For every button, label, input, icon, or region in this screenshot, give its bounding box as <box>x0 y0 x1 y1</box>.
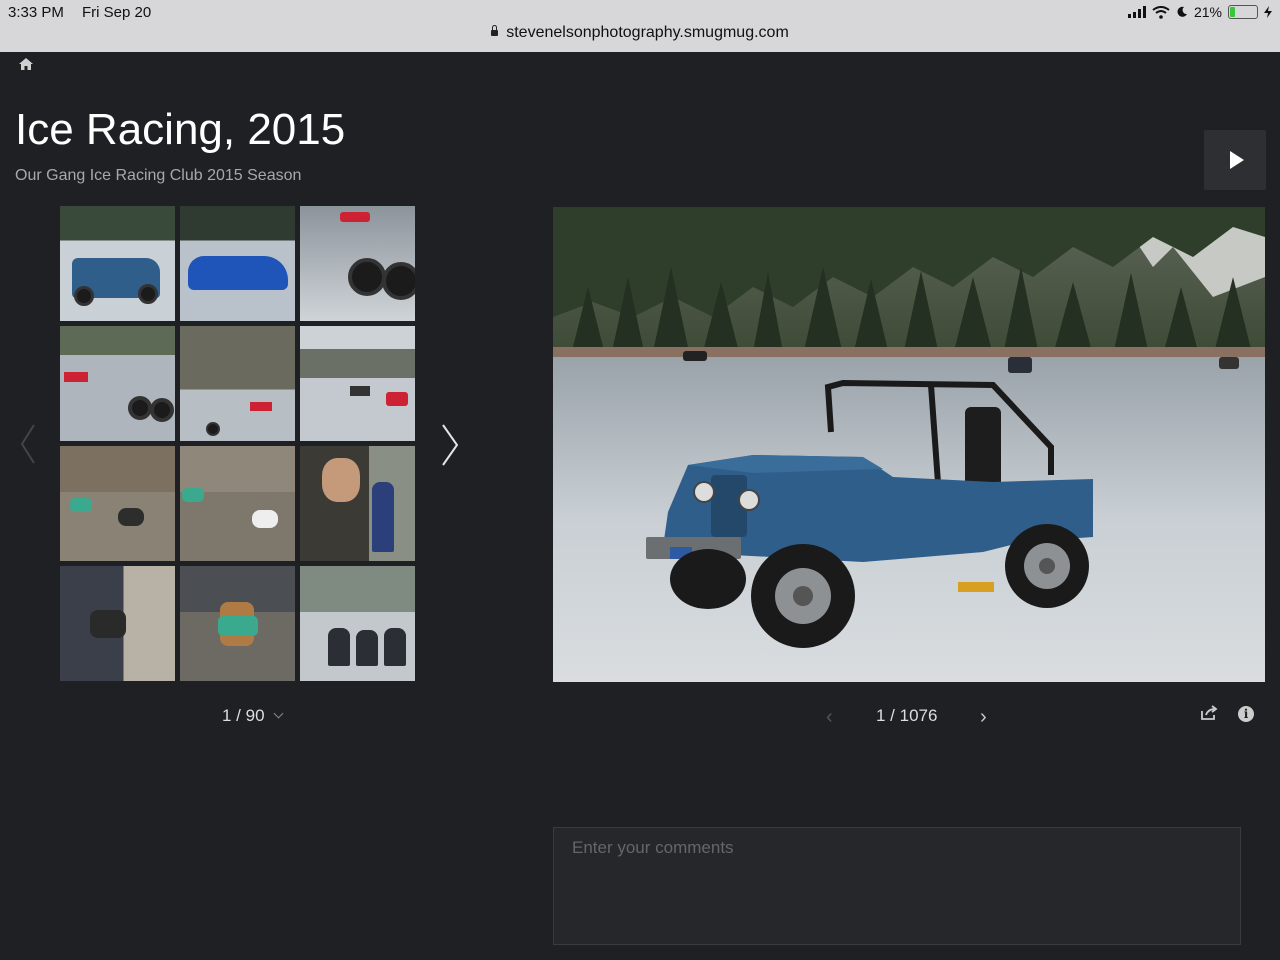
charging-icon <box>1264 6 1272 18</box>
thumbnail-grid <box>60 206 416 682</box>
address-bar[interactable]: stevenelsonphotography.smugmug.com <box>0 24 1280 42</box>
battery-percent: 21% <box>1193 4 1222 20</box>
chevron-left-icon[interactable] <box>20 423 36 465</box>
lock-icon <box>491 25 499 36</box>
main-photo[interactable] <box>553 207 1265 682</box>
thumbnail-page-select[interactable]: 1 / 90 <box>222 706 283 726</box>
thumbnail-counter: 1 / 90 <box>222 706 265 725</box>
gallery-subtitle: Our Gang Ice Racing Club 2015 Season <box>15 167 302 184</box>
status-time: 3:33 PM <box>8 4 64 21</box>
thumbnail[interactable] <box>300 566 415 681</box>
previous-photo-icon[interactable]: ‹ <box>826 706 833 729</box>
status-date: Fri Sep 20 <box>82 4 152 21</box>
slideshow-button[interactable] <box>1204 130 1266 190</box>
status-indicators: 21% <box>1127 4 1272 20</box>
photo-counter: 1 / 1076 <box>876 706 938 725</box>
thumbnail[interactable] <box>300 446 415 561</box>
comments-box <box>553 827 1241 945</box>
gallery-title: Ice Racing, 2015 <box>15 105 346 154</box>
thumbnail[interactable] <box>60 566 175 681</box>
thumbnail[interactable] <box>180 446 295 561</box>
thumbnail[interactable] <box>60 326 175 441</box>
chevron-right-icon[interactable] <box>440 423 460 467</box>
thumbnail[interactable] <box>300 206 415 321</box>
chevron-down-icon <box>273 708 283 719</box>
thumbnail[interactable] <box>180 206 295 321</box>
status-bar: 3:33 PM Fri Sep 20 21% stevenelsonphotog… <box>0 0 1280 52</box>
thumbnail[interactable] <box>60 206 175 321</box>
share-icon[interactable] <box>1200 705 1218 721</box>
home-icon[interactable] <box>18 56 34 72</box>
thumbnail[interactable] <box>300 326 415 441</box>
battery-icon <box>1228 5 1258 19</box>
url-text: stevenelsonphotography.smugmug.com <box>506 24 789 41</box>
signal-icon <box>1127 6 1146 18</box>
thumbnail[interactable] <box>180 326 295 441</box>
moon-icon <box>1177 6 1187 17</box>
thumbnail[interactable] <box>180 566 295 681</box>
play-icon <box>1230 151 1244 169</box>
wifi-icon <box>1152 5 1170 19</box>
next-photo-icon[interactable]: › <box>980 706 987 729</box>
info-icon[interactable]: i <box>1238 706 1254 722</box>
thumbnail[interactable] <box>60 446 175 561</box>
comment-input[interactable] <box>554 828 1240 944</box>
